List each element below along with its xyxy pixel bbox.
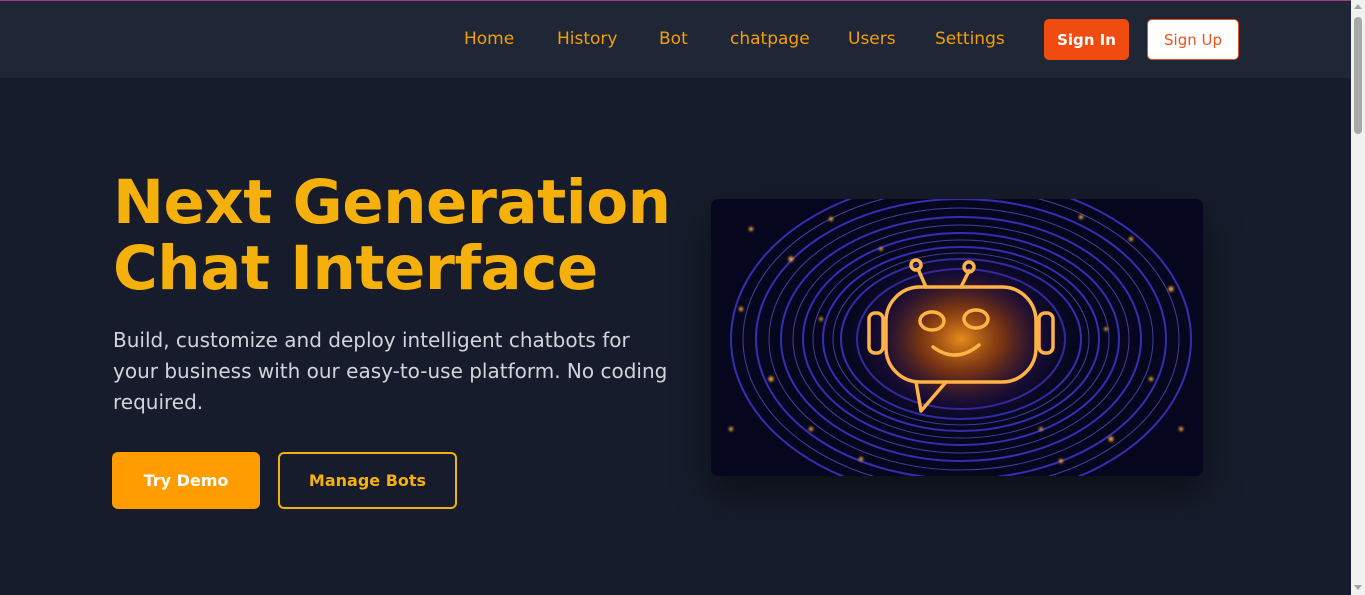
page-scrollbar[interactable] bbox=[1351, 0, 1365, 595]
try-demo-button[interactable]: Try Demo bbox=[112, 452, 260, 509]
hero-title: Next Generation Chat Interface bbox=[113, 170, 693, 302]
sign-in-button[interactable]: Sign In bbox=[1044, 19, 1129, 60]
nav-link-settings[interactable]: Settings bbox=[935, 29, 1005, 49]
nav-link-bot[interactable]: Bot bbox=[659, 29, 688, 49]
scroll-up-arrow-icon[interactable] bbox=[1354, 4, 1362, 9]
hero-title-line2: Chat Interface bbox=[113, 233, 598, 304]
nav-link-users[interactable]: Users bbox=[848, 29, 896, 49]
nav-link-chatpage[interactable]: chatpage bbox=[730, 29, 810, 49]
hero-image bbox=[711, 199, 1203, 476]
nav-link-home[interactable]: Home bbox=[464, 29, 514, 49]
sign-up-button[interactable]: Sign Up bbox=[1147, 19, 1239, 60]
manage-bots-button[interactable]: Manage Bots bbox=[278, 452, 457, 509]
robot-chat-bubble-icon bbox=[711, 199, 1203, 476]
scrollbar-thumb[interactable] bbox=[1354, 17, 1362, 134]
navbar: Home History Bot chatpage Users Settings… bbox=[0, 1, 1351, 78]
nav-link-history[interactable]: History bbox=[557, 29, 617, 49]
hero-subtitle: Build, customize and deploy intelligent … bbox=[113, 328, 668, 414]
scroll-down-arrow-icon[interactable] bbox=[1354, 585, 1362, 590]
hero-title-line1: Next Generation bbox=[113, 167, 671, 238]
